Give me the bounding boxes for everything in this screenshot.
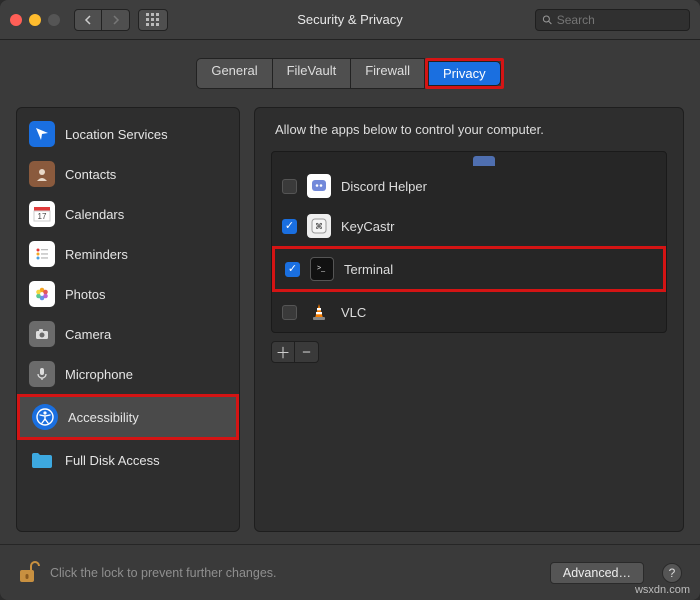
forward-button[interactable] [102, 9, 130, 31]
grid-icon [146, 13, 160, 27]
folder-icon [29, 447, 55, 473]
add-app-button[interactable]: ＋ [271, 341, 295, 363]
zoom-window-button [48, 14, 60, 26]
app-name: Terminal [344, 262, 393, 277]
checkbox[interactable] [282, 219, 297, 234]
back-button[interactable] [74, 9, 102, 31]
tab-general[interactable]: General [196, 58, 272, 89]
tab-privacy[interactable]: Privacy [428, 61, 501, 86]
keycastr-icon: ⌘ [307, 214, 331, 238]
lock-button[interactable] [18, 560, 40, 586]
sidebar-item-contacts[interactable]: Contacts [17, 154, 239, 194]
footer: Click the lock to prevent further change… [0, 544, 700, 600]
preferences-window: Security & Privacy General FileVault Fir… [0, 0, 700, 600]
app-row-keycastr[interactable]: ⌘ KeyCastr [272, 206, 666, 246]
sidebar-item-full-disk-access[interactable]: Full Disk Access [17, 440, 239, 480]
titlebar: Security & Privacy [0, 0, 700, 40]
help-button[interactable]: ? [662, 563, 682, 583]
lock-hint-text: Click the lock to prevent further change… [50, 566, 277, 580]
nav-buttons [74, 9, 130, 31]
add-remove-controls: ＋ − [271, 341, 667, 363]
search-input[interactable] [557, 13, 683, 27]
discord-icon [307, 174, 331, 198]
contacts-icon [29, 161, 55, 187]
svg-text:17: 17 [38, 212, 47, 221]
show-all-button[interactable] [138, 9, 168, 31]
sidebar-item-accessibility[interactable]: Accessibility [17, 394, 239, 440]
app-name: VLC [341, 305, 366, 320]
watermark: wsxdn.com [635, 584, 690, 596]
chevron-right-icon [111, 15, 121, 25]
app-name: KeyCastr [341, 219, 394, 234]
close-window-button[interactable] [10, 14, 22, 26]
privacy-category-sidebar: Location Services Contacts 17 Calendars … [16, 107, 240, 532]
app-row-terminal[interactable]: >_ Terminal [272, 246, 666, 292]
checkbox[interactable] [285, 262, 300, 277]
highlight-privacy-tab: Privacy [425, 58, 504, 89]
search-icon [542, 14, 553, 26]
lock-open-icon [18, 560, 40, 586]
sidebar-item-photos[interactable]: Photos [17, 274, 239, 314]
sidebar-item-label: Calendars [65, 207, 124, 222]
sidebar-item-label: Photos [65, 287, 105, 302]
reminders-icon [29, 241, 55, 267]
main-panel: Allow the apps below to control your com… [254, 107, 684, 532]
location-icon [29, 121, 55, 147]
sidebar-item-label: Accessibility [68, 410, 139, 425]
remove-app-button[interactable]: − [295, 341, 319, 363]
sidebar-item-camera[interactable]: Camera [17, 314, 239, 354]
advanced-button[interactable]: Advanced… [550, 562, 644, 584]
microphone-icon [29, 361, 55, 387]
app-row-vlc[interactable]: VLC [272, 292, 666, 332]
svg-text:⌘: ⌘ [315, 222, 323, 231]
calendar-icon: 17 [29, 201, 55, 227]
checkbox[interactable] [282, 179, 297, 194]
tab-firewall[interactable]: Firewall [351, 58, 425, 89]
window-title: Security & Privacy [297, 12, 402, 27]
sidebar-item-label: Contacts [65, 167, 116, 182]
app-row-partial [272, 152, 666, 166]
sidebar-item-label: Microphone [65, 367, 133, 382]
chevron-left-icon [83, 15, 93, 25]
sidebar-item-reminders[interactable]: Reminders [17, 234, 239, 274]
app-list: Discord Helper ⌘ KeyCastr >_ Terminal [271, 151, 667, 333]
accessibility-icon [32, 404, 58, 430]
app-row-discord-helper[interactable]: Discord Helper [272, 166, 666, 206]
search-field[interactable] [535, 9, 690, 31]
camera-icon [29, 321, 55, 347]
sidebar-item-label: Reminders [65, 247, 128, 262]
sidebar-item-location-services[interactable]: Location Services [17, 114, 239, 154]
app-name: Discord Helper [341, 179, 427, 194]
terminal-icon: >_ [310, 257, 334, 281]
sidebar-item-calendars[interactable]: 17 Calendars [17, 194, 239, 234]
content-area: Location Services Contacts 17 Calendars … [0, 107, 700, 544]
svg-text:>_: >_ [317, 265, 325, 272]
tab-filevault[interactable]: FileVault [273, 58, 352, 89]
app-icon-peek [473, 156, 495, 166]
vlc-icon [307, 300, 331, 324]
sidebar-item-label: Camera [65, 327, 111, 342]
checkbox[interactable] [282, 305, 297, 320]
sidebar-item-label: Location Services [65, 127, 168, 142]
window-controls [10, 14, 60, 26]
photos-icon [29, 281, 55, 307]
sidebar-item-microphone[interactable]: Microphone [17, 354, 239, 394]
tab-bar: General FileVault Firewall Privacy [0, 40, 700, 107]
panel-description: Allow the apps below to control your com… [271, 122, 667, 137]
sidebar-item-label: Full Disk Access [65, 453, 160, 468]
minimize-window-button[interactable] [29, 14, 41, 26]
